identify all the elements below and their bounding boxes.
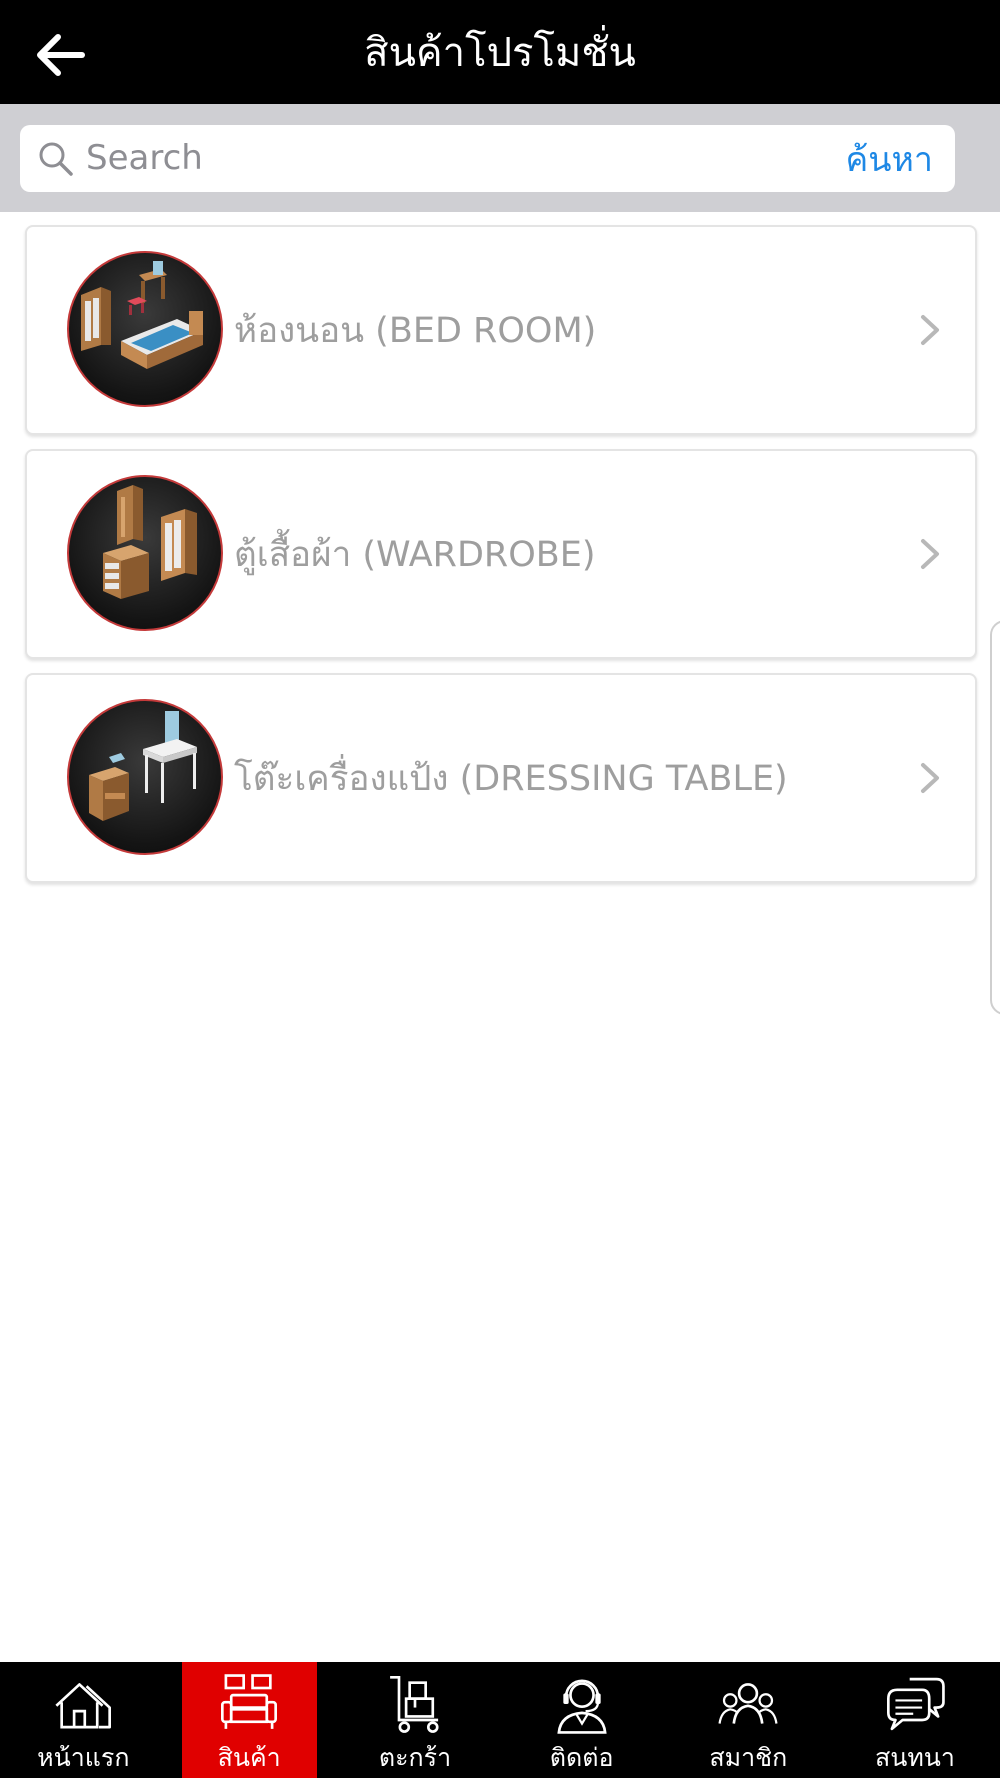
category-item-wardrobe[interactable]: ตู้เสื้อผ้า (WARDROBE)	[25, 449, 977, 659]
chevron-right-icon	[921, 763, 939, 793]
search-icon	[39, 142, 73, 176]
chat-icon	[886, 1677, 945, 1731]
nav-label: สินค้า	[217, 1743, 281, 1772]
category-label: ห้องนอน (BED ROOM)	[234, 310, 597, 351]
category-list: ห้องนอน (BED ROOM) ตู้เสื้อผ้า (WARDROBE…	[25, 225, 977, 897]
top-app-bar: สินค้าโปรโมชั่น	[0, 0, 1000, 104]
app-screen: สินค้าโปรโมชั่น ค้นหา	[0, 0, 1000, 1778]
category-item-bedroom[interactable]: ห้องนอน (BED ROOM)	[25, 225, 977, 435]
nav-label: หน้าแรก	[37, 1743, 130, 1772]
nav-item-home[interactable]: หน้าแรก	[0, 1662, 167, 1778]
category-item-dressing-table[interactable]: โต๊ะเครื่องแป้ง (DRESSING TABLE)	[25, 673, 977, 883]
side-edge-handle[interactable]	[990, 620, 1000, 1015]
search-button[interactable]: ค้นหา	[846, 133, 934, 185]
chevron-right-icon	[921, 539, 939, 569]
nav-item-chat[interactable]: สนทนา	[832, 1662, 999, 1778]
page-title: สินค้าโปรโมชั่น	[364, 30, 636, 76]
nav-label: สมาชิก	[709, 1743, 788, 1772]
category-label: โต๊ะเครื่องแป้ง (DRESSING TABLE)	[234, 758, 788, 799]
nav-label: สนทนา	[874, 1743, 955, 1772]
search-box: ค้นหา	[20, 125, 955, 192]
category-label: ตู้เสื้อผ้า (WARDROBE)	[234, 534, 596, 575]
dressing-table-illustration-icon	[67, 699, 223, 855]
cart-icon	[390, 1676, 439, 1733]
bedroom-illustration-icon	[67, 251, 223, 407]
home-icon	[55, 1683, 112, 1729]
search-bar-area: ค้นหา	[0, 104, 1000, 212]
chevron-right-icon	[921, 315, 939, 345]
nav-item-contact[interactable]: ติดต่อ	[498, 1662, 665, 1778]
members-icon	[718, 1683, 778, 1724]
nav-label: ติดต่อ	[549, 1743, 614, 1772]
search-input[interactable]	[86, 133, 806, 183]
nav-item-cart[interactable]: ตะกร้า	[332, 1662, 499, 1778]
wardrobe-illustration-icon	[67, 475, 223, 631]
nav-item-members[interactable]: สมาชิก	[665, 1662, 832, 1778]
support-agent-icon	[557, 1679, 607, 1734]
nav-item-products[interactable]: สินค้า	[181, 1662, 317, 1778]
sofa-icon	[221, 1674, 278, 1729]
bottom-navigation: หน้าแรก สินค้า ตะกร้า ติดต่อ สมาชิก สนทน…	[0, 1662, 1000, 1778]
nav-label: ตะกร้า	[378, 1743, 452, 1772]
